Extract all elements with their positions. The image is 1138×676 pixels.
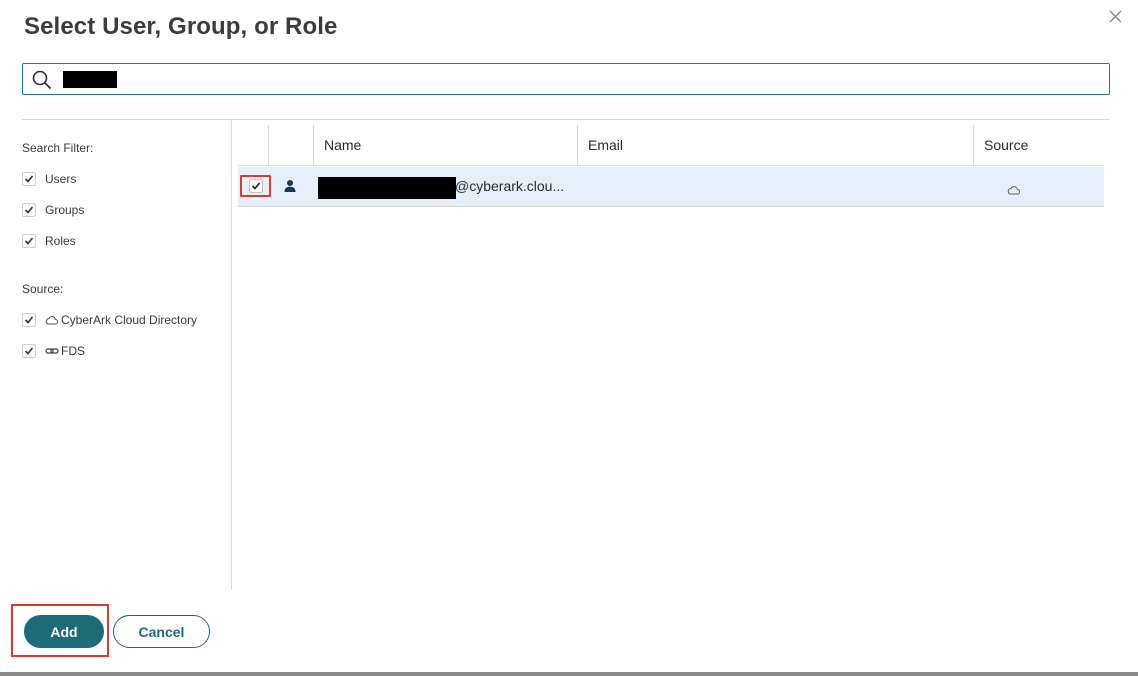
add-button[interactable]: Add (24, 615, 104, 648)
bottom-edge (0, 672, 1138, 676)
column-name-header[interactable]: Name (324, 137, 361, 153)
search-icon (31, 69, 53, 91)
panel-divider (231, 120, 232, 590)
roles-label: Roles (45, 234, 76, 248)
search-box[interactable] (22, 63, 1110, 95)
select-user-group-role-dialog: Select User, Group, or Role Search Filte… (0, 0, 1138, 676)
column-separator (577, 125, 578, 166)
cancel-button[interactable]: Cancel (113, 615, 210, 648)
cloud-icon (1007, 182, 1021, 195)
table-row[interactable]: @cyberark.clou... (238, 167, 1104, 207)
source-label: Source: (22, 282, 64, 296)
cyberark-cloud-directory-checkbox[interactable] (22, 313, 36, 327)
link-icon (45, 345, 59, 357)
row-checkbox[interactable] (249, 179, 263, 193)
fds-label: FDS (61, 344, 85, 358)
redacted-name (318, 177, 456, 199)
row-name: @cyberark.clou... (455, 178, 565, 194)
column-email-header[interactable]: Email (588, 137, 623, 153)
users-label: Users (45, 172, 77, 186)
groups-label: Groups (45, 203, 85, 217)
dialog-title: Select User, Group, or Role (24, 13, 338, 40)
cloud-icon (45, 314, 59, 326)
column-separator (268, 125, 269, 166)
filter-source-fds[interactable]: FDS (22, 342, 85, 360)
filter-panel: Search Filter: Users Groups Roles Source… (22, 120, 230, 590)
column-source-header[interactable]: Source (984, 137, 1028, 153)
grid-header: Name Email Source (238, 125, 1104, 166)
column-separator (973, 125, 974, 166)
close-icon[interactable] (1106, 7, 1126, 27)
filter-source-cyberark[interactable]: CyberArk Cloud Directory (22, 311, 197, 329)
filter-roles[interactable]: Roles (22, 232, 76, 250)
search-input[interactable] (61, 68, 1091, 90)
filter-users[interactable]: Users (22, 170, 76, 188)
users-checkbox[interactable] (22, 172, 36, 186)
fds-checkbox[interactable] (22, 344, 36, 358)
filter-groups[interactable]: Groups (22, 201, 84, 219)
search-filter-label: Search Filter: (22, 141, 94, 155)
user-icon (283, 179, 297, 193)
column-separator (313, 125, 314, 166)
roles-checkbox[interactable] (22, 234, 36, 248)
redacted-search-text (63, 71, 117, 88)
groups-checkbox[interactable] (22, 203, 36, 217)
cyberark-cloud-directory-label: CyberArk Cloud Directory (61, 313, 198, 327)
